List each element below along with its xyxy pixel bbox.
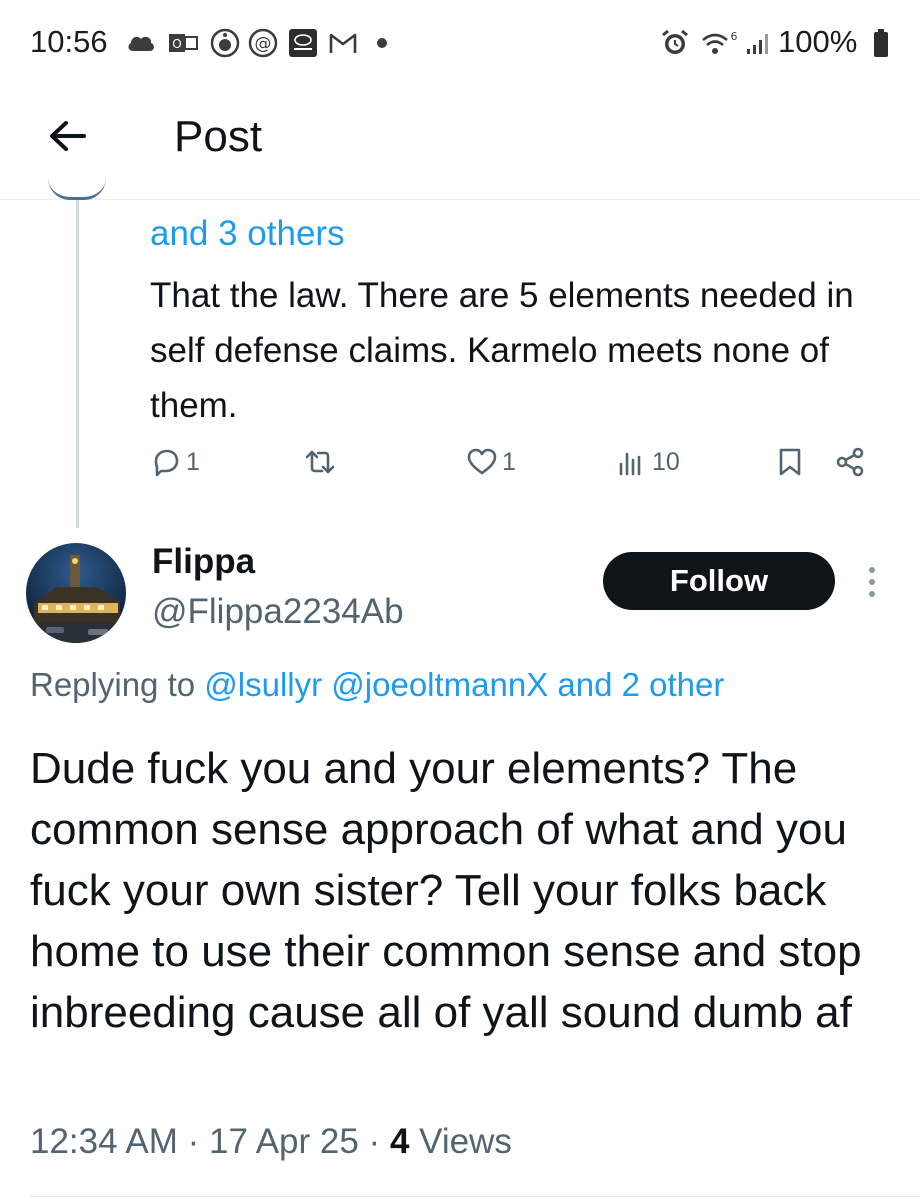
like-button[interactable]: 1: [466, 446, 516, 478]
back-arrow-icon[interactable]: [44, 112, 92, 160]
user-handle[interactable]: @Flippa2234Ab: [152, 592, 404, 632]
bookmark-icon: [779, 448, 801, 476]
outlook-icon: O: [166, 28, 200, 58]
divider: [30, 1196, 920, 1197]
views-label: Views: [409, 1122, 512, 1161]
share-icon: [836, 447, 864, 477]
replying-to-label: Replying to: [30, 666, 196, 703]
repost-button[interactable]: [304, 446, 336, 478]
follow-button[interactable]: Follow: [603, 552, 835, 610]
cloud-icon: [124, 28, 158, 58]
parent-tweet[interactable]: and 3 others That the law. There are 5 e…: [150, 210, 910, 433]
tweet-text: Dude fuck you and your elements? The com…: [30, 744, 862, 1037]
gmail-icon: [326, 28, 360, 58]
parent-tweet-text: That the law. There are 5 elements neede…: [150, 276, 854, 425]
battery-percent: 100%: [778, 24, 858, 59]
views-button[interactable]: 10: [616, 446, 680, 478]
page-title: Post: [174, 112, 263, 161]
more-options-icon[interactable]: [862, 562, 882, 602]
others-link[interactable]: and 3 others: [150, 210, 910, 258]
screen: 10:56 O @ 6 100% Post and 3 others That …: [0, 0, 920, 1200]
view-count: 10: [652, 447, 680, 476]
thread-connector-line: [76, 200, 79, 528]
analytics-icon: [619, 452, 641, 476]
bookmark-button[interactable]: [774, 446, 806, 478]
hyundai-app-icon: [286, 28, 320, 58]
notification-dot-icon: [372, 28, 392, 58]
reddit-icon: [208, 28, 242, 58]
replying-to-line: Replying to @lsullyr @joeoltmannX and 2 …: [30, 666, 920, 704]
wifi-6-icon: 6: [698, 28, 740, 58]
views-count[interactable]: 4: [390, 1122, 409, 1161]
signal-icon: [742, 28, 776, 58]
tweet-timestamp: 12:34 AM · 17 Apr 25 ·: [30, 1122, 390, 1161]
display-name[interactable]: Flippa: [152, 542, 255, 582]
reply-count: 1: [186, 447, 200, 476]
like-count: 1: [502, 447, 516, 476]
reply-icon: [154, 449, 179, 477]
share-button[interactable]: [834, 446, 866, 478]
heart-icon: [467, 448, 497, 475]
status-time: 10:56: [30, 24, 108, 59]
parent-tweet-actions: 1 1 10: [150, 446, 890, 494]
svg-text:O: O: [172, 37, 181, 51]
threads-icon: @: [246, 28, 280, 58]
reply-button[interactable]: 1: [150, 446, 200, 478]
svg-text:@: @: [255, 34, 272, 54]
svg-text:6: 6: [731, 30, 738, 43]
avatar[interactable]: [26, 543, 126, 643]
replying-to-mentions[interactable]: @lsullyr @joeoltmannX and 2 other: [204, 666, 724, 703]
battery-icon: [872, 28, 890, 58]
repost-icon: [305, 450, 335, 474]
tweet-meta: 12:34 AM · 17 Apr 25 · 4 Views: [30, 1122, 512, 1162]
alarm-icon: [658, 28, 692, 58]
status-bar: 10:56 O @ 6 100%: [0, 0, 920, 90]
top-app-bar: Post: [0, 90, 920, 200]
